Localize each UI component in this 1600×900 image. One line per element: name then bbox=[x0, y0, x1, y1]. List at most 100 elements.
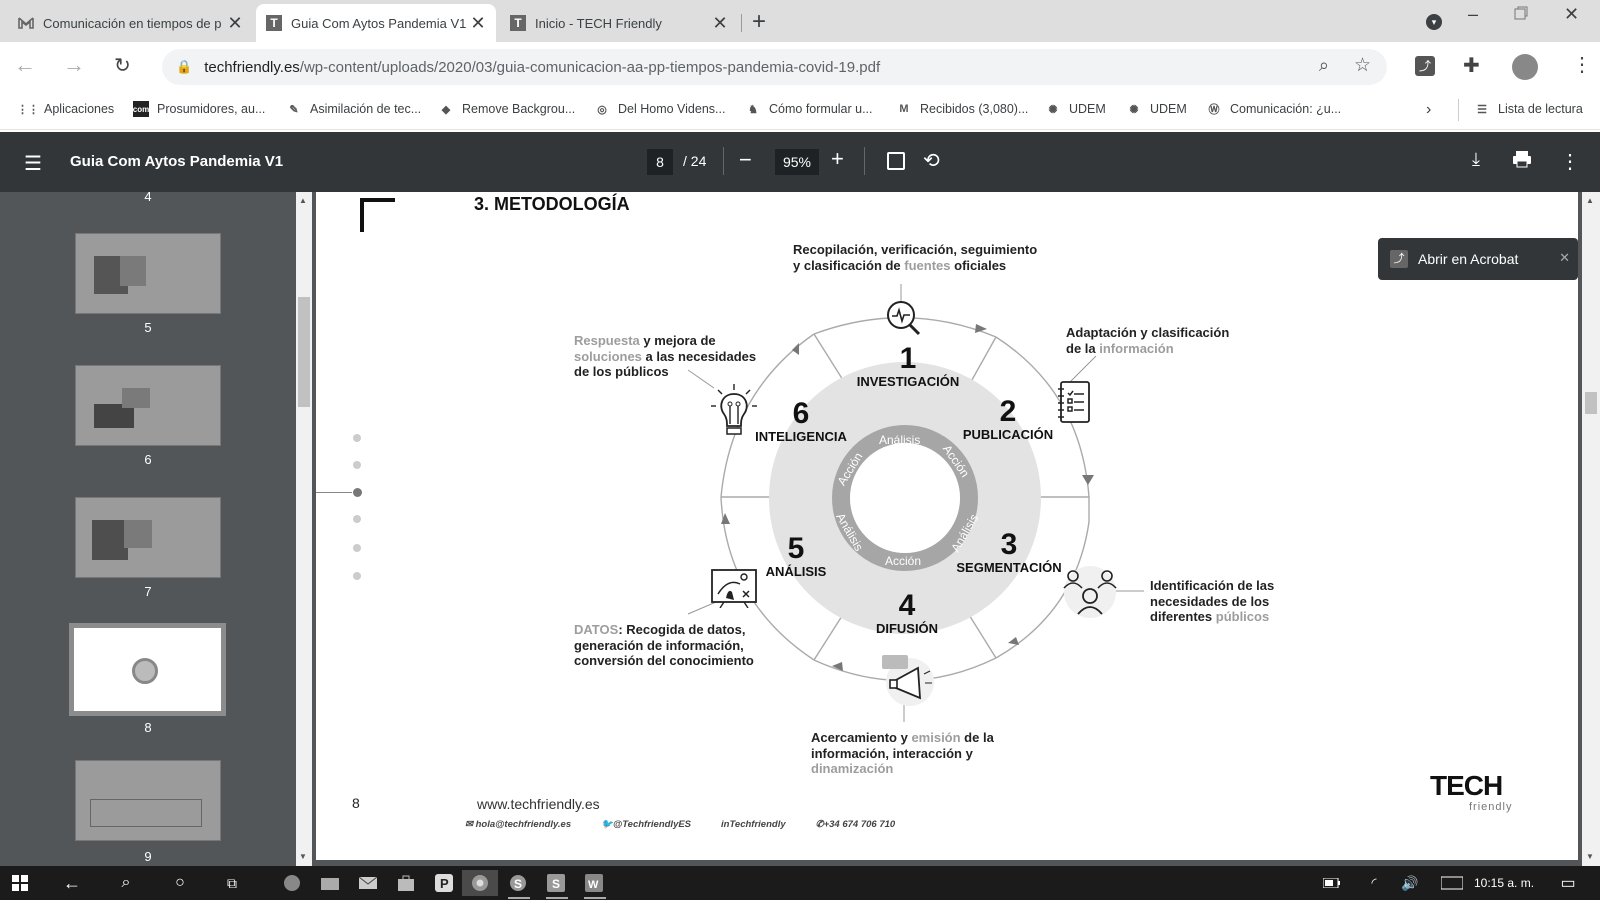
thumbnail-page-5[interactable] bbox=[75, 233, 221, 314]
thumbnail-sidebar: 4 5 6 7 8 9 bbox=[0, 192, 296, 866]
bookmark-label: Del Homo Videns... bbox=[618, 102, 726, 116]
bookmark-label: Aplicaciones bbox=[44, 102, 115, 116]
notifications-icon[interactable]: ▭ bbox=[1554, 870, 1582, 896]
close-tab-icon[interactable]: ✕ bbox=[470, 13, 486, 34]
page-number-input[interactable]: 8 bbox=[647, 149, 673, 175]
word-icon[interactable]: W bbox=[580, 870, 608, 896]
bookmark-asimilacion[interactable]: ✎ Asimilación de tec... bbox=[286, 101, 421, 117]
new-tab-button[interactable]: + bbox=[752, 8, 766, 36]
scrollbar-thumb[interactable] bbox=[298, 297, 310, 407]
zoom-out-icon[interactable]: − bbox=[739, 147, 752, 173]
forward-icon[interactable]: → bbox=[63, 52, 85, 78]
tab-title: Comunicación en tiempos de p bbox=[43, 15, 222, 31]
stage-publicacion: 2 PUBLICACIÓN bbox=[962, 395, 1054, 443]
pen-icon: ✎ bbox=[289, 103, 299, 116]
megaphone-icon bbox=[878, 654, 942, 706]
more-bookmarks-chevron-icon[interactable]: › bbox=[1426, 101, 1431, 119]
battery-icon[interactable] bbox=[1318, 870, 1346, 896]
cortana-icon[interactable]: ○ bbox=[166, 870, 194, 896]
restore-icon[interactable] bbox=[1514, 6, 1528, 20]
windows-start-icon[interactable] bbox=[6, 870, 34, 896]
bookmark-udem-1[interactable]: ✺ UDEM bbox=[1045, 101, 1105, 117]
thumbnail-page-7[interactable] bbox=[75, 497, 221, 578]
wifi-icon[interactable]: ◜ bbox=[1360, 870, 1388, 896]
zoom-in-icon[interactable]: + bbox=[831, 146, 844, 172]
annotation-publication: Adaptación y clasificación de la informa… bbox=[1066, 325, 1230, 356]
address-bar[interactable]: 🔒 techfriendly.es /wp-content/uploads/20… bbox=[162, 49, 1387, 85]
close-window-icon[interactable]: ✕ bbox=[1564, 4, 1579, 25]
chrome-icon[interactable] bbox=[462, 870, 498, 896]
zoom-icon[interactable]: ⌕ bbox=[1319, 55, 1329, 76]
open-in-acrobat-popup[interactable]: ⤴ Abrir en Acrobat ✕ bbox=[1378, 238, 1578, 280]
bookmark-formular[interactable]: ♞ Cómo formular u... bbox=[745, 101, 873, 117]
bookmark-label: Cómo formular u... bbox=[769, 102, 873, 116]
scrollbar-thumb[interactable] bbox=[1585, 392, 1597, 414]
minimize-icon[interactable]: – bbox=[1468, 4, 1478, 25]
bookmarks-bar: ⋮⋮ Aplicaciones com Prosumidores, au... ✎ A… bbox=[0, 92, 1600, 130]
bookmark-remove-bg[interactable]: ◆ Remove Backgrou... bbox=[438, 101, 575, 117]
stage-investigacion: 1 INVESTIGACIÓN bbox=[856, 342, 960, 390]
tab-techfriendly[interactable]: T Inicio - TECH Friendly ✕ bbox=[500, 4, 738, 42]
back-icon[interactable]: ← bbox=[14, 52, 36, 78]
close-tab-icon[interactable]: ✕ bbox=[712, 13, 728, 34]
skype-icon[interactable]: S bbox=[504, 870, 532, 896]
footer-email: ✉ hola@techfriendly.es bbox=[465, 819, 572, 830]
thumbnail-page-9[interactable] bbox=[75, 760, 221, 841]
sidebar-menu-icon[interactable]: ☰ bbox=[24, 151, 42, 176]
thumbnail-page-6[interactable] bbox=[75, 365, 221, 446]
footer-website: www.techfriendly.es bbox=[477, 796, 600, 812]
wordpress-icon: Ⓦ bbox=[1208, 104, 1220, 116]
footer-linkedin: inTechfriendly bbox=[721, 819, 786, 830]
sidebar-scrollbar-track[interactable]: ▲ ▼ bbox=[296, 192, 312, 866]
skype-business-icon[interactable]: S bbox=[542, 870, 570, 896]
more-actions-icon[interactable]: ⋮ bbox=[1560, 149, 1580, 174]
download-icon[interactable]: ⤓ bbox=[1472, 149, 1480, 170]
divider bbox=[723, 147, 724, 175]
pdf-page: 3. METODOLOGÍA Análisis Acción Análisis … bbox=[316, 192, 1578, 860]
clock-time[interactable]: 10:15 a. m. bbox=[1474, 876, 1534, 890]
bookmark-label: Comunicación: ¿u... bbox=[1230, 102, 1342, 116]
bookmark-star-icon[interactable]: ☆ bbox=[1354, 54, 1371, 77]
reading-list[interactable]: ☰ Lista de lectura bbox=[1474, 101, 1583, 117]
tab-pdf[interactable]: T Guia Com Aytos Pandemia V1 ✕ bbox=[256, 4, 496, 42]
file-explorer-icon[interactable] bbox=[316, 870, 344, 896]
volume-icon[interactable]: 🔊 bbox=[1396, 870, 1424, 896]
edge-icon[interactable] bbox=[278, 870, 306, 896]
close-tab-icon[interactable]: ✕ bbox=[227, 13, 243, 34]
print-icon[interactable] bbox=[1512, 150, 1532, 168]
pdf-toolbar: ☰ Guia Com Aytos Pandemia V1 8 / 24 − 95… bbox=[0, 132, 1600, 192]
menu-dots-icon[interactable]: ⋮ bbox=[1572, 52, 1592, 77]
store-icon[interactable] bbox=[392, 870, 420, 896]
tab-search-icon[interactable]: ▾ bbox=[1426, 14, 1442, 30]
bookmark-apps[interactable]: ⋮⋮ Aplicaciones bbox=[17, 101, 115, 117]
stage-inteligencia: 6 INTELIGENCIA bbox=[755, 397, 847, 445]
fit-page-icon[interactable] bbox=[887, 152, 905, 170]
viewer-scrollbar[interactable]: ▲ ▼ bbox=[1582, 192, 1600, 866]
svg-text:S: S bbox=[514, 877, 522, 891]
bookmark-homo-videns[interactable]: ◎ Del Homo Videns... bbox=[594, 101, 725, 117]
bookmark-recibidos[interactable]: M Recibidos (3,080)... bbox=[896, 101, 1028, 117]
close-popup-icon[interactable]: ✕ bbox=[1559, 250, 1570, 266]
extensions-puzzle-icon[interactable]: ✚ bbox=[1463, 53, 1480, 78]
divider bbox=[864, 147, 865, 175]
p-app-icon[interactable]: P bbox=[430, 870, 458, 896]
annotation-diffusion: Acercamiento y emisión de la información… bbox=[811, 730, 994, 776]
bookmark-udem-2[interactable]: ✺ UDEM bbox=[1126, 101, 1186, 117]
thumbnail-page-8[interactable] bbox=[69, 623, 226, 716]
rotate-icon[interactable]: ⟲ bbox=[923, 148, 940, 173]
zoom-input[interactable]: 95% bbox=[775, 149, 819, 175]
profile-avatar[interactable] bbox=[1512, 54, 1538, 80]
keyboard-icon[interactable] bbox=[1438, 870, 1466, 896]
bookmark-prosumidores[interactable]: com Prosumidores, au... bbox=[133, 101, 265, 117]
back-arrow-icon[interactable]: ← bbox=[58, 870, 86, 896]
reload-icon[interactable]: ↻ bbox=[114, 53, 131, 78]
bookmark-comunicacion[interactable]: Ⓦ Comunicación: ¿u... bbox=[1206, 101, 1342, 117]
tab-separator bbox=[741, 14, 742, 32]
acrobat-extension-icon[interactable]: ⤴ bbox=[1415, 56, 1435, 76]
bookmark-label: Recibidos (3,080)... bbox=[920, 102, 1029, 116]
thumbnail-number: 8 bbox=[144, 720, 152, 735]
mail-icon[interactable] bbox=[354, 870, 382, 896]
search-icon[interactable]: ⌕ bbox=[112, 870, 140, 896]
tab-gmail[interactable]: Comunicación en tiempos de p ✕ bbox=[8, 4, 253, 42]
task-view-icon[interactable]: ⧉ bbox=[218, 870, 246, 896]
